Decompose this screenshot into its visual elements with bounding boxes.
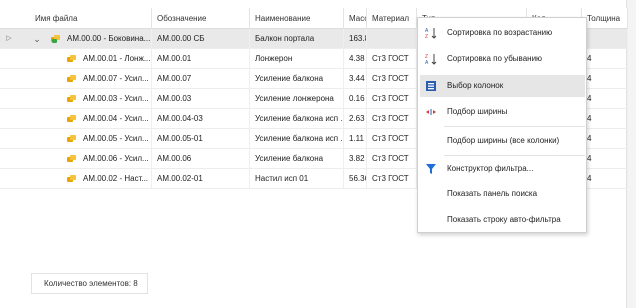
assembly-icon [51,35,60,43]
cell-mass: 1.11 [344,129,367,149]
cell-file: АМ.00.04 - Усил... [78,109,152,129]
menu-item-filter-builder[interactable]: Конструктор фильтра... [420,158,585,180]
cell-designation: АМ.00.05-01 [152,129,250,149]
column-header-name[interactable]: Наименование [250,8,344,29]
cell-name: Настил исп 01 [250,169,344,189]
cell-mass: 163.88 [344,29,367,49]
menu-item-label: Конструктор фильтра... [447,164,534,173]
sort-descending-icon: Z A [425,54,437,65]
cell-thickness: 4 [582,49,628,69]
cell-name: Усиление лонжерона [250,89,344,109]
cell-designation: АМ.00.00 СБ [152,29,250,49]
part-icon [67,115,76,123]
cell-material [367,29,417,49]
menu-item-best-fit-all[interactable]: Подбор ширины (все колонки) [420,130,585,152]
menu-item-label: Сортировка по убыванию [447,54,543,63]
cell-file: АМ.00.02 - Наст... [78,169,152,189]
column-header-material[interactable]: Материал [367,8,417,29]
cell-material: Ст3 ГОСТ [367,89,417,109]
cell-file: АМ.00.05 - Усил... [78,129,152,149]
menu-item-label: Подбор ширины (все колонки) [447,136,560,145]
cell-file: АМ.00.07 - Усил... [78,69,152,89]
cell-thickness: 4 [582,89,628,109]
menu-item-sort-descending[interactable]: Z A Сортировка по убыванию [420,48,585,70]
cell-designation: АМ.00.04-03 [152,109,250,129]
menu-item-label: Подбор ширины [447,107,508,116]
cell-mass: 4.38 [344,49,367,69]
cell-file: АМ.00.00 - Боковина... [62,29,152,49]
menu-item-show-search-panel[interactable]: Показать панель поиска [420,183,585,205]
menu-item-label: Показать панель поиска [447,189,538,198]
cell-name: Усиление балкона [250,149,344,169]
cell-mass: 2.63 [344,109,367,129]
menu-item-label: Выбор колонок [447,81,504,90]
cell-name: Лонжерон [250,49,344,69]
cell-material: Ст3 ГОСТ [367,169,417,189]
cell-designation: АМ.00.02-01 [152,169,250,189]
cell-mass: 0.16 [344,89,367,109]
cell-thickness: 4 [582,149,628,169]
cell-material: Ст3 ГОСТ [367,149,417,169]
cell-name: Балкон портала [250,29,344,49]
cell-name: Усиление балкона исп ... [250,129,344,149]
svg-text:Z: Z [425,34,428,39]
footer-count: Количество элементов: 8 [31,273,148,294]
expand-arrow-icon[interactable]: ▷ [4,29,14,49]
filter-icon [426,164,436,174]
part-icon [67,75,76,83]
cell-name: Усиление балкона [250,69,344,89]
chevron-down-icon[interactable]: ⌄ [32,29,42,49]
part-icon [67,55,76,63]
cell-thickness: 4 [582,109,628,129]
cell-mass: 3.82 [344,149,367,169]
cell-file: АМ.00.06 - Усил... [78,149,152,169]
menu-item-label: Сортировка по возрастанию [447,28,553,37]
part-icon [67,175,76,183]
cell-designation: АМ.00.03 [152,89,250,109]
cell-name: Усиление балкона исп ... [250,109,344,129]
column-header-mass[interactable]: Масса [344,8,367,29]
cell-mass: 3.44 [344,69,367,89]
menu-item-sort-ascending[interactable]: A Z Сортировка по возрастанию [420,22,585,44]
menu-item-label: Показать строку авто-фильтра [447,215,561,224]
menu-item-show-auto-filter-row[interactable]: Показать строку авто-фильтра [420,209,585,231]
column-context-menu: A Z Сортировка по возрастанию Z A Сортир… [417,17,587,233]
part-icon [67,155,76,163]
part-icon [67,95,76,103]
cell-thickness: 4 [582,169,628,189]
part-icon [67,135,76,143]
cell-designation: АМ.00.06 [152,149,250,169]
cell-designation: АМ.00.01 [152,49,250,69]
menu-separator [444,126,585,127]
cell-material: Ст3 ГОСТ [367,109,417,129]
sort-ascending-icon: A Z [425,28,437,39]
column-header-file[interactable]: Имя файла [30,8,152,29]
cell-thickness: 4 [582,129,628,149]
column-header-thickness[interactable]: Толщина [582,8,628,29]
menu-item-column-chooser[interactable]: Выбор колонок [420,75,585,97]
cell-file: АМ.00.03 - Усил... [78,89,152,109]
cell-thickness: 4 [582,69,628,89]
cell-file: АМ.00.01 - Лонж... [78,49,152,69]
cell-thickness [582,29,628,49]
column-chooser-icon [426,81,436,91]
cell-mass: 56.36 [344,169,367,189]
svg-text:A: A [425,60,429,65]
best-fit-icon [426,109,436,115]
cell-designation: АМ.00.07 [152,69,250,89]
menu-item-best-fit[interactable]: Подбор ширины [420,101,585,123]
menu-separator [444,155,585,156]
cell-material: Ст3 ГОСТ [367,49,417,69]
column-header-designation[interactable]: Обозначение [152,8,250,29]
cell-material: Ст3 ГОСТ [367,129,417,149]
cell-material: Ст3 ГОСТ [367,69,417,89]
